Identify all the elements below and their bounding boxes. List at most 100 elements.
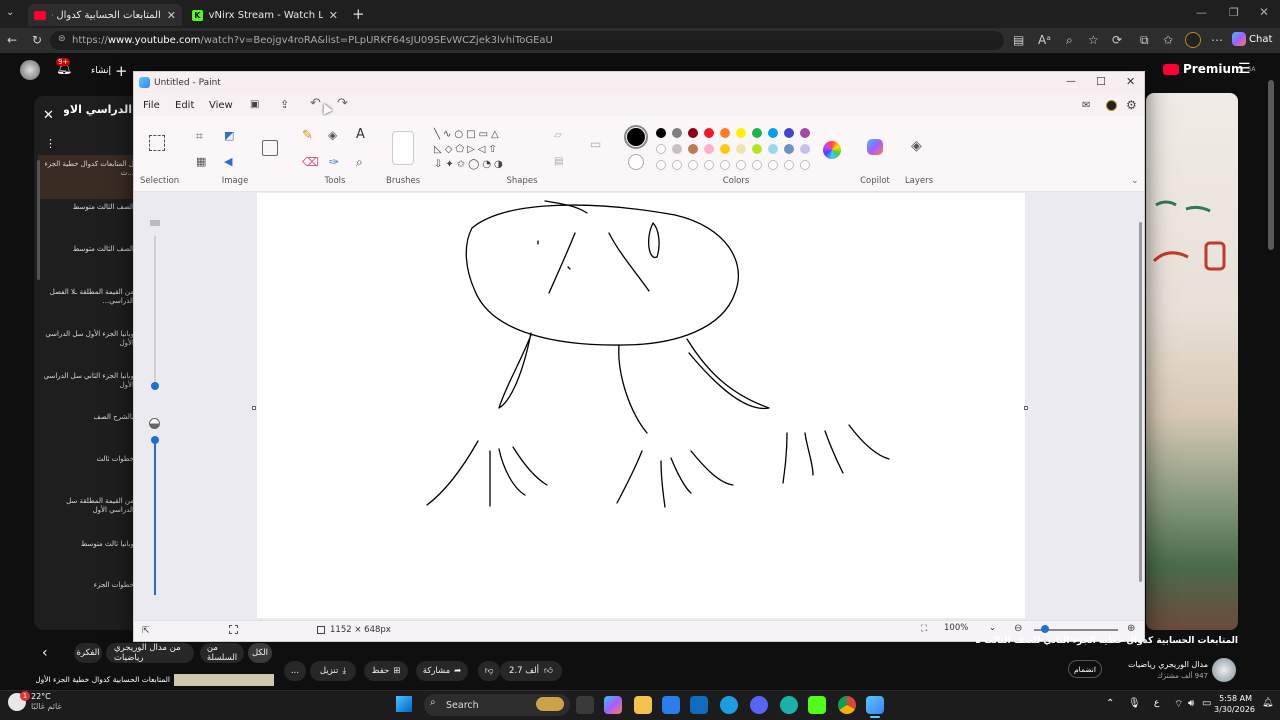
minimize-icon[interactable]: —	[1196, 6, 1207, 19]
custom-color-slot[interactable]	[752, 160, 762, 170]
resize-icon[interactable]	[262, 140, 278, 156]
custom-color-slot[interactable]	[672, 160, 682, 170]
playlist-item[interactable]: وبانيا ثالث متوسط	[42, 540, 134, 549]
close-icon[interactable]: ✕	[1126, 75, 1135, 88]
close-icon[interactable]: ✕	[329, 9, 338, 22]
reload-icon[interactable]: ↻	[32, 33, 42, 47]
chip-channel[interactable]: من مدال الوريجري رياضيات	[106, 643, 194, 663]
custom-color-slot[interactable]	[656, 160, 666, 170]
custom-color-slot[interactable]	[784, 160, 794, 170]
layers-icon[interactable]: ◈	[911, 138, 922, 154]
file-explorer-icon[interactable]	[634, 696, 652, 714]
feedback-icon[interactable]: ✉	[1082, 100, 1090, 111]
chip-idea[interactable]: الفكرة	[74, 643, 102, 663]
mic-icon[interactable]: 🎙︎	[1128, 698, 1141, 709]
color-swatch[interactable]	[720, 144, 730, 154]
eraser-icon[interactable]: ⌫	[302, 155, 319, 169]
opacity-thumb[interactable]	[151, 436, 159, 444]
channel-avatar[interactable]	[1212, 658, 1236, 682]
edge-icon-2[interactable]	[780, 696, 798, 714]
zoom-select[interactable]: 100% ⌄	[944, 623, 996, 637]
create-button[interactable]: إنشاء +	[91, 62, 128, 80]
brushes-button[interactable]	[392, 131, 414, 165]
close-window-icon[interactable]: ✕	[1259, 5, 1269, 19]
refresh-ext-icon[interactable]: ⟳	[1112, 33, 1122, 47]
crop-icon[interactable]: ⌗	[196, 129, 203, 144]
custom-color-slot[interactable]	[736, 160, 746, 170]
undo-icon[interactable]: ↶	[310, 96, 321, 111]
playlist-item[interactable]: وبانيا الجزء الثاني سل الدراسي الأول	[42, 372, 134, 390]
color-swatch[interactable]	[768, 128, 778, 138]
new-tab-button[interactable]: +	[352, 5, 365, 23]
zoom-out-icon[interactable]: ⊖	[1014, 623, 1022, 634]
primary-color-swatch[interactable]	[624, 125, 648, 149]
next-video-label[interactable]: المتابعات الحسابية كدوال خطية الجزء الأو…	[36, 675, 170, 684]
custom-color-slot[interactable]	[720, 160, 730, 170]
color-swatch[interactable]	[768, 144, 778, 154]
site-info-icon[interactable]: ⊜	[58, 34, 66, 44]
shape-fill-icon[interactable]: ▤	[554, 156, 563, 167]
download-button[interactable]: تنزيل ⤓	[310, 661, 356, 681]
paint-app-icon[interactable]	[866, 696, 884, 714]
secondary-color-swatch[interactable]	[628, 154, 644, 170]
brush-size-slider[interactable]	[146, 218, 166, 598]
next-video-thumbnail[interactable]	[174, 674, 274, 686]
color-swatch[interactable]	[656, 128, 666, 138]
favorite-icon[interactable]: ☆	[1088, 33, 1099, 47]
store-icon[interactable]	[662, 696, 680, 714]
vertical-scrollbar[interactable]	[1139, 222, 1142, 582]
playlist-scrollbar[interactable]	[37, 160, 40, 280]
reader-icon[interactable]: ▤	[1013, 33, 1024, 47]
tab-kick[interactable]: K vNirx Stream - Watch Live on Kick ✕	[186, 4, 344, 26]
join-button[interactable]: انضمام	[1068, 660, 1102, 678]
tray-chevron-icon[interactable]: ⌃	[1106, 698, 1114, 709]
restore-icon[interactable]: ❐	[1229, 6, 1239, 19]
shape-outline-icon[interactable]: ▱	[554, 130, 562, 141]
address-bar[interactable]: https://www.youtube.com/watch?v=Beojgv4r…	[50, 31, 1004, 50]
color-swatch[interactable]	[720, 128, 730, 138]
clock[interactable]: 5:58 AM 3/30/2026	[1214, 693, 1255, 715]
rotate-icon[interactable]: ◩	[224, 129, 234, 142]
color-swatch[interactable]	[736, 144, 746, 154]
split-icon[interactable]: ⧉	[1140, 33, 1149, 48]
playlist-item[interactable]: ل المتابعات كدوال خطية الجزء ...ث	[42, 160, 134, 178]
dislike-button[interactable]: 👎︎	[478, 661, 500, 681]
color-swatch[interactable]	[752, 128, 762, 138]
chip-series[interactable]: من السلسلة	[200, 643, 244, 663]
user-avatar[interactable]	[20, 60, 40, 80]
battery-icon[interactable]: ▭	[1202, 698, 1211, 709]
menu-icon[interactable]: ☰	[1238, 61, 1251, 77]
favorites-icon[interactable]: ✩	[1163, 33, 1173, 47]
playlist-item[interactable]: الصف الثالث متوسط	[42, 245, 134, 254]
video-player[interactable]	[1146, 93, 1238, 630]
zoom-thumb[interactable]	[1041, 625, 1049, 633]
canvas-resize-handle[interactable]	[252, 406, 256, 410]
chip-all[interactable]: الكل	[248, 643, 272, 663]
color-swatch[interactable]	[736, 128, 746, 138]
color-swatch[interactable]	[752, 144, 762, 154]
color-swatch[interactable]	[704, 144, 714, 154]
canvas-resize-handle[interactable]	[1024, 406, 1028, 410]
like-button[interactable]: 2.7 ألف 👍︎	[500, 661, 562, 681]
profile-avatar[interactable]	[1185, 32, 1201, 48]
selection-rect-icon[interactable]	[149, 135, 165, 151]
color-swatch[interactable]	[688, 144, 698, 154]
account-avatar[interactable]	[1106, 100, 1117, 111]
language-indicator[interactable]: ع	[1154, 698, 1159, 708]
page-scrollbar[interactable]	[1268, 80, 1274, 250]
settings-gear-icon[interactable]: ⚙	[1126, 98, 1137, 112]
maximize-icon[interactable]: ☐	[1096, 75, 1106, 88]
close-icon[interactable]: ✕	[167, 9, 176, 22]
pencil-icon[interactable]: ✎	[302, 128, 313, 143]
channel-name[interactable]: مدال الوريجري رياضيات	[1104, 660, 1208, 669]
chrome-icon[interactable]	[838, 696, 856, 714]
share-button[interactable]: مشاركة ➦	[416, 661, 468, 681]
playlist-item[interactable]: من القيمة المطلقة ـلا الفصل الدراسي...	[42, 288, 134, 306]
copilot-app-icon[interactable]	[604, 696, 622, 714]
flip-icon[interactable]: ◀	[224, 155, 232, 168]
more-icon[interactable]: ⋯	[1211, 33, 1223, 47]
remove-bg-icon[interactable]: ▦	[196, 155, 206, 168]
color-swatch[interactable]	[784, 128, 794, 138]
playlist-item[interactable]: الصف الثالث متوسط	[42, 203, 134, 212]
tab-list-chevron-icon[interactable]: ⌄	[6, 7, 14, 18]
